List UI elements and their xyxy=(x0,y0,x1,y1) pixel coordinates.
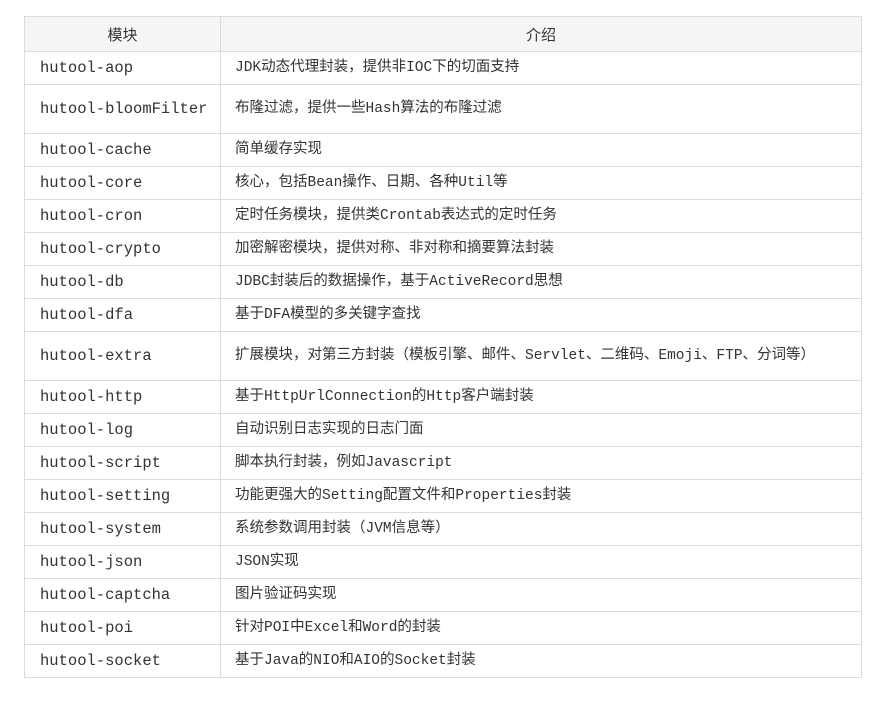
table-row: hutool-bloomFilter 布隆过滤，提供一些Hash算法的布隆过滤 xyxy=(24,84,862,134)
module-table-container: 模块 介绍 hutool-aop JDK动态代理封装，提供非IOC下的切面支持 hu… xyxy=(24,16,862,678)
table-row: hutool-aop JDK动态代理封装，提供非IOC下的切面支持 xyxy=(24,51,862,85)
table-header: 模块 介绍 xyxy=(24,16,862,52)
table-body: hutool-aop JDK动态代理封装，提供非IOC下的切面支持 hutool-b… xyxy=(24,51,862,678)
module-name-cell: hutool-setting xyxy=(24,479,221,513)
module-name-cell: hutool-core xyxy=(24,166,221,200)
module-description-cell: 布隆过滤，提供一些Hash算法的布隆过滤 xyxy=(220,84,862,134)
table-row: hutool-setting 功能更强大的Setting配置文件和Properti… xyxy=(24,479,862,513)
module-description-cell: JDK动态代理封装，提供非IOC下的切面支持 xyxy=(220,51,862,85)
module-description-cell: 脚本执行封装，例如Javascript xyxy=(220,446,862,480)
module-name-cell: hutool-system xyxy=(24,512,221,546)
module-description-cell: 核心，包括Bean操作、日期、各种Util等 xyxy=(220,166,862,200)
module-name-cell: hutool-poi xyxy=(24,611,221,645)
module-name-cell: hutool-json xyxy=(24,545,221,579)
module-description-cell: 图片验证码实现 xyxy=(220,578,862,612)
table-row: hutool-cron 定时任务模块，提供类Crontab表达式的定时任务 xyxy=(24,199,862,233)
table-row: hutool-captcha 图片验证码实现 xyxy=(24,578,862,612)
table-row: hutool-cache 简单缓存实现 xyxy=(24,133,862,167)
header-row: 模块 介绍 xyxy=(24,16,862,52)
module-name-cell: hutool-dfa xyxy=(24,298,221,332)
module-description-cell: 扩展模块，对第三方封装（模板引擎、邮件、Servlet、二维码、Emoji、FT… xyxy=(220,331,862,381)
table-row: hutool-extra 扩展模块，对第三方封装（模板引擎、邮件、Servlet、… xyxy=(24,331,862,381)
table-row: hutool-http 基于HttpUrlConnection的Http客户端封装 xyxy=(24,380,862,414)
table-row: hutool-core 核心，包括Bean操作、日期、各种Util等 xyxy=(24,166,862,200)
table-row: hutool-poi 针对POI中Excel和Word的封装 xyxy=(24,611,862,645)
module-description-cell: 针对POI中Excel和Word的封装 xyxy=(220,611,862,645)
module-description-cell: JSON实现 xyxy=(220,545,862,579)
module-name-cell: hutool-cache xyxy=(24,133,221,167)
module-name-cell: hutool-extra xyxy=(24,331,221,381)
module-name-cell: hutool-captcha xyxy=(24,578,221,612)
module-description-cell: 系统参数调用封装（JVM信息等） xyxy=(220,512,862,546)
table-row: hutool-dfa 基于DFA模型的多关键字查找 xyxy=(24,298,862,332)
module-description-cell: JDBC封装后的数据操作，基于ActiveRecord思想 xyxy=(220,265,862,299)
module-table: 模块 介绍 hutool-aop JDK动态代理封装，提供非IOC下的切面支持 hu… xyxy=(24,16,862,678)
module-description-cell: 功能更强大的Setting配置文件和Properties封装 xyxy=(220,479,862,513)
module-description-cell: 加密解密模块，提供对称、非对称和摘要算法封装 xyxy=(220,232,862,266)
module-description-cell: 简单缓存实现 xyxy=(220,133,862,167)
table-row: hutool-script 脚本执行封装，例如Javascript xyxy=(24,446,862,480)
module-description-cell: 基于DFA模型的多关键字查找 xyxy=(220,298,862,332)
module-description-cell: 基于HttpUrlConnection的Http客户端封装 xyxy=(220,380,862,414)
module-name-cell: hutool-db xyxy=(24,265,221,299)
module-name-cell: hutool-crypto xyxy=(24,232,221,266)
table-row: hutool-log 自动识别日志实现的日志门面 xyxy=(24,413,862,447)
module-name-cell: hutool-http xyxy=(24,380,221,414)
header-description: 介绍 xyxy=(220,16,862,52)
table-row: hutool-json JSON实现 xyxy=(24,545,862,579)
table-row: hutool-crypto 加密解密模块，提供对称、非对称和摘要算法封装 xyxy=(24,232,862,266)
module-name-cell: hutool-log xyxy=(24,413,221,447)
module-name-cell: hutool-script xyxy=(24,446,221,480)
module-description-cell: 基于Java的NIO和AIO的Socket封装 xyxy=(220,644,862,678)
header-module: 模块 xyxy=(24,16,221,52)
module-description-cell: 定时任务模块，提供类Crontab表达式的定时任务 xyxy=(220,199,862,233)
table-row: hutool-system 系统参数调用封装（JVM信息等） xyxy=(24,512,862,546)
table-row: hutool-socket 基于Java的NIO和AIO的Socket封装 xyxy=(24,644,862,678)
module-description-cell: 自动识别日志实现的日志门面 xyxy=(220,413,862,447)
table-row: hutool-db JDBC封装后的数据操作，基于ActiveRecord思想 xyxy=(24,265,862,299)
module-name-cell: hutool-bloomFilter xyxy=(24,84,221,134)
module-name-cell: hutool-cron xyxy=(24,199,221,233)
module-name-cell: hutool-aop xyxy=(24,51,221,85)
module-name-cell: hutool-socket xyxy=(24,644,221,678)
